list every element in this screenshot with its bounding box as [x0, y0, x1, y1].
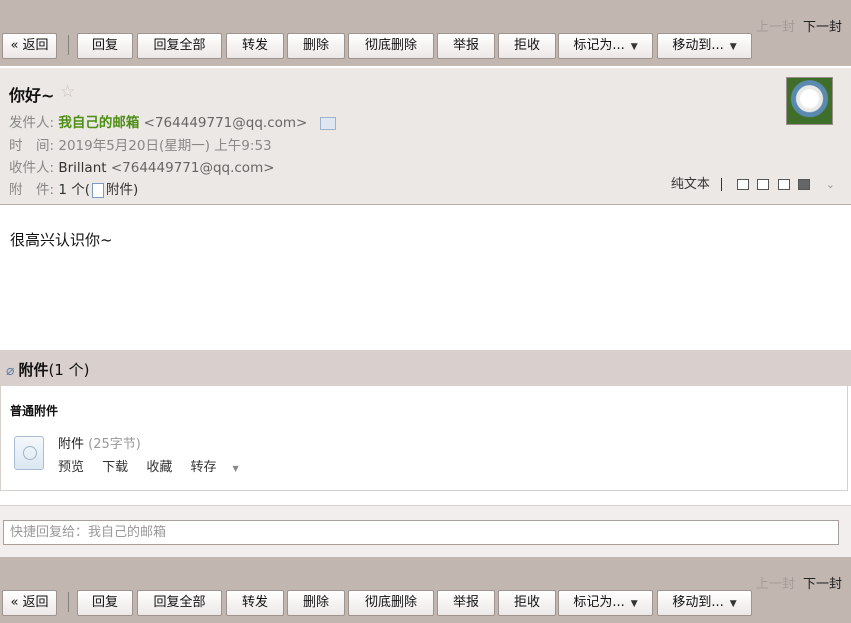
mark-as-label: 标记为...: [573, 595, 625, 610]
attachments-header: ⌀ 附件(1 个): [0, 350, 851, 386]
attachment-actions: 预览 下载 收藏 转存 ▼: [58, 456, 267, 475]
reply-button[interactable]: 回复: [77, 590, 133, 616]
forward-button[interactable]: 转发: [226, 590, 284, 616]
save-to-link[interactable]: 转存 ▼: [190, 460, 252, 475]
recipient-address: <764449771@qq.com>: [110, 160, 275, 176]
prev-mail-link[interactable]: 上一封: [756, 577, 795, 592]
print-icon[interactable]: [797, 179, 810, 190]
pager: 上一封 下一封: [756, 573, 842, 592]
delete-button[interactable]: 删除: [287, 590, 345, 616]
move-to-label: 移动到...: [672, 38, 724, 53]
bottom-toolbar: 上一封 下一封 « 返回 回复 回复全部 转发 删除 彻底删除 举报 拒收 标记…: [0, 557, 851, 623]
caret-down-icon: ▼: [729, 599, 737, 609]
document-icon: [92, 182, 105, 198]
next-mail-link[interactable]: 下一封: [803, 577, 842, 592]
mail-subject: 你好~: [9, 86, 55, 105]
attachment-name-row: 附件 (25字节): [58, 433, 141, 452]
reply-all-button[interactable]: 回复全部: [137, 590, 222, 616]
recipient-name: Brillant: [58, 160, 107, 176]
attach-row: 附 件: 1 个(附件): [9, 182, 139, 198]
pager: 上一封 下一封: [756, 16, 842, 35]
more-options-icon[interactable]: ⌄: [826, 178, 835, 191]
fullscreen-icon[interactable]: [757, 179, 770, 190]
move-to-dropdown[interactable]: 移动到... ▼: [657, 33, 752, 59]
delete-button[interactable]: 删除: [287, 33, 345, 59]
attach-link[interactable]: 附件: [106, 182, 133, 198]
caret-down-icon: ▼: [630, 42, 638, 52]
attachments-count: (1 个): [48, 361, 90, 379]
toolbar-divider: [68, 35, 69, 55]
attachments-panel: 普通附件 附件 (25字节) 预览 下载 收藏 转存 ▼: [0, 386, 848, 491]
quick-reply-area: [0, 505, 851, 558]
mark-as-dropdown[interactable]: 标记为... ▼: [558, 590, 653, 616]
from-label: 发件人:: [9, 115, 55, 131]
back-button[interactable]: « 返回: [2, 590, 57, 616]
contact-card-icon[interactable]: [319, 116, 336, 130]
move-to-dropdown[interactable]: 移动到... ▼: [657, 590, 752, 616]
reject-button[interactable]: 拒收: [498, 33, 556, 59]
download-icon[interactable]: [777, 179, 790, 190]
from-row: 发件人: 我自己的邮箱 <764449771@qq.com>: [9, 111, 336, 131]
file-icon: [14, 436, 44, 470]
quick-reply-input[interactable]: [3, 520, 839, 545]
attachment-type-label: 普通附件: [10, 404, 59, 418]
delete-permanently-button[interactable]: 彻底删除: [348, 590, 434, 616]
to-row: 收件人: Brillant <764449771@qq.com>: [9, 156, 275, 176]
attach-count: 1 个: [58, 182, 85, 198]
time-value: 2019年5月20日(星期一) 上午9:53: [58, 138, 272, 154]
mark-as-dropdown[interactable]: 标记为... ▼: [558, 33, 653, 59]
next-mail-link[interactable]: 下一封: [803, 20, 842, 35]
caret-down-icon: ▼: [232, 464, 239, 473]
reject-button[interactable]: 拒收: [498, 590, 556, 616]
mail-header: 你好~ ☆ 发件人: 我自己的邮箱 <764449771@qq.com> 时 间…: [0, 68, 851, 205]
sender-avatar: [786, 77, 833, 125]
sender-name[interactable]: 我自己的邮箱: [58, 115, 139, 131]
collect-link[interactable]: 收藏: [146, 460, 172, 475]
forward-button[interactable]: 转发: [226, 33, 284, 59]
top-toolbar: 上一封 下一封 « 返回 回复 回复全部 转发 删除 彻底删除 举报 拒收 标记…: [0, 0, 851, 66]
caret-down-icon: ▼: [729, 42, 737, 52]
attachment-name[interactable]: 附件: [58, 437, 84, 452]
download-link[interactable]: 下载: [102, 460, 128, 475]
new-window-icon[interactable]: [737, 179, 750, 190]
preview-link[interactable]: 预览: [58, 460, 84, 475]
report-button[interactable]: 举报: [437, 590, 495, 616]
reply-button[interactable]: 回复: [77, 33, 133, 59]
star-icon[interactable]: ☆: [60, 82, 75, 102]
paperclip-icon: ⌀: [6, 363, 15, 379]
sender-address: <764449771@qq.com>: [143, 115, 308, 131]
move-to-label: 移动到...: [672, 595, 724, 610]
mark-as-label: 标记为...: [573, 38, 625, 53]
toolbar-divider: [68, 592, 69, 612]
view-tools-divider: [721, 178, 723, 191]
caret-down-icon: ▼: [630, 599, 638, 609]
reply-all-button[interactable]: 回复全部: [137, 33, 222, 59]
time-label: 时 间:: [9, 138, 55, 154]
report-button[interactable]: 举报: [437, 33, 495, 59]
attach-label: 附 件:: [9, 182, 55, 198]
attachments-title: ⌀ 附件(1 个): [6, 361, 90, 379]
prev-mail-link[interactable]: 上一封: [756, 20, 795, 35]
attachment-size: (25字节): [88, 437, 141, 452]
to-label: 收件人:: [9, 160, 55, 176]
delete-permanently-button[interactable]: 彻底删除: [348, 33, 434, 59]
mail-body: 很高兴认识你~: [10, 231, 113, 249]
time-row: 时 间: 2019年5月20日(星期一) 上午9:53: [9, 134, 272, 154]
view-tools: 纯文本 ⌄: [671, 173, 835, 192]
plain-text-link[interactable]: 纯文本: [671, 177, 710, 192]
back-button[interactable]: « 返回: [2, 33, 57, 59]
